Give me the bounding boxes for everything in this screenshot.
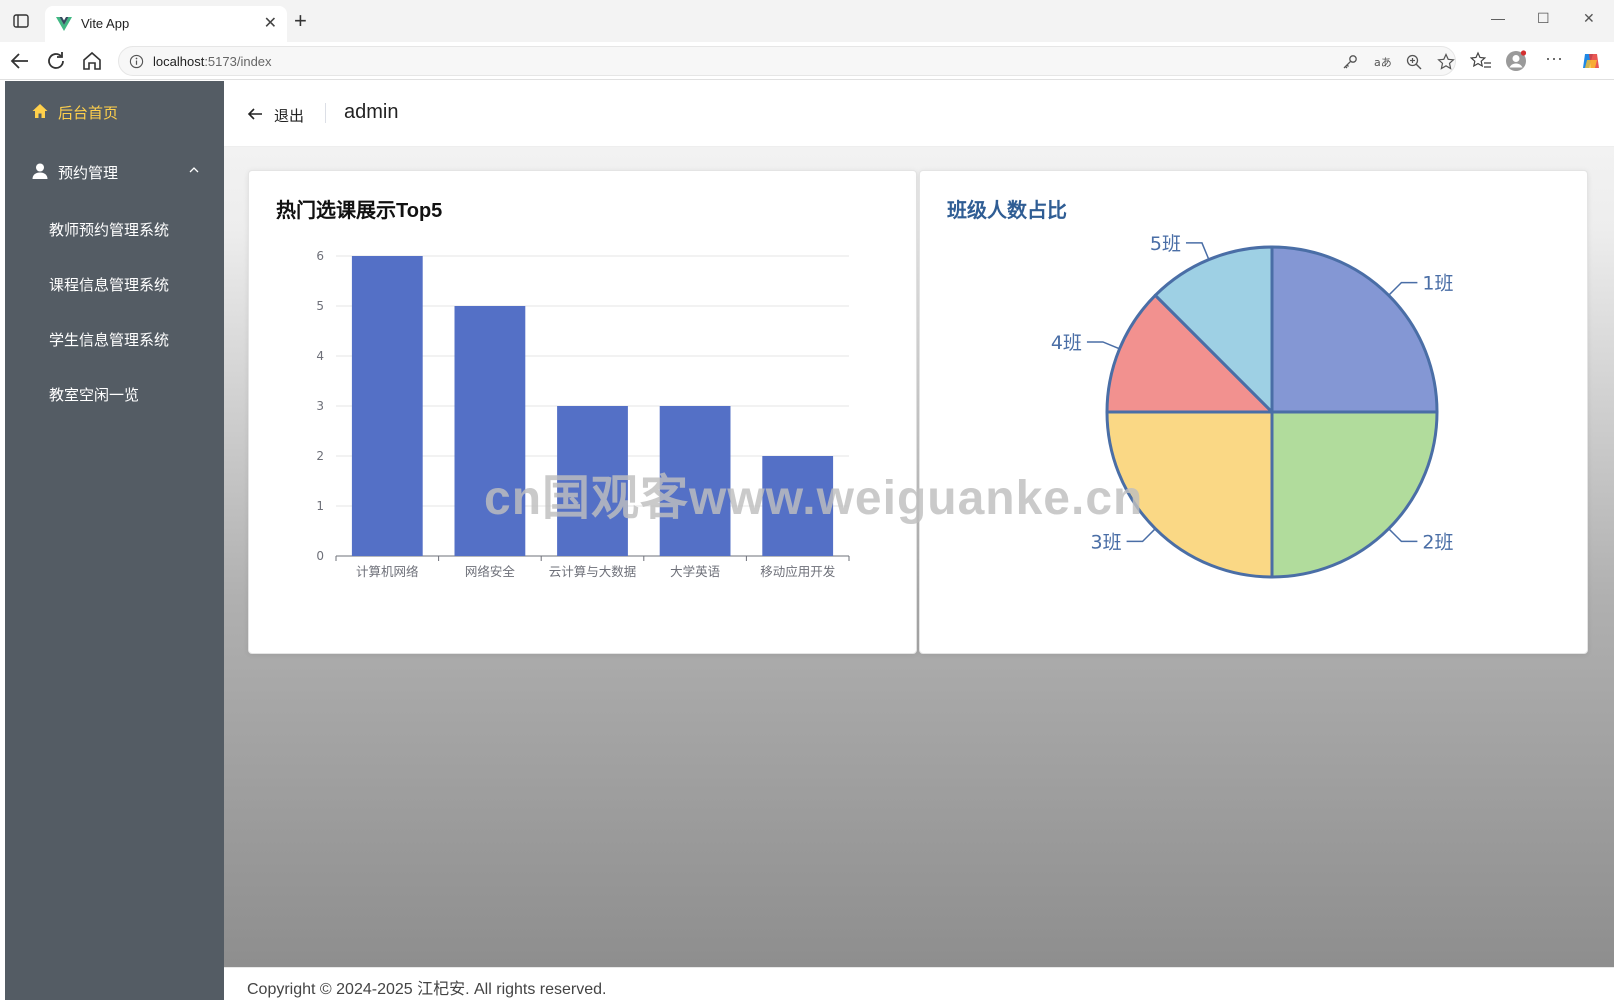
bar	[351, 256, 423, 556]
footer: Copyright © 2024-2025 江杞安. All rights re…	[224, 967, 1614, 1000]
vue-logo-icon	[56, 17, 72, 31]
profile-avatar-icon[interactable]	[1505, 50, 1527, 72]
pie-label: 3班	[1091, 531, 1122, 553]
bar	[454, 306, 526, 556]
pie-slice	[1270, 410, 1439, 579]
tab-close-icon[interactable]: ✕	[264, 13, 277, 33]
x-tick-label: 计算机网络	[356, 564, 419, 579]
sidebar-subitem-student-info[interactable]: 学生信息管理系统	[5, 314, 224, 364]
user-icon	[32, 163, 48, 179]
x-tick-label: 移动应用开发	[760, 564, 836, 579]
more-menu-icon[interactable]: ···	[1545, 48, 1563, 69]
y-tick-label: 1	[316, 499, 324, 513]
key-icon[interactable]	[1341, 53, 1359, 71]
y-tick-label: 5	[316, 299, 324, 313]
new-tab-icon[interactable]: +	[294, 10, 307, 32]
bar	[762, 456, 834, 556]
y-tick-label: 6	[316, 249, 324, 263]
pie-label: 4班	[1051, 332, 1082, 354]
pie-label: 2班	[1422, 531, 1453, 553]
x-tick-label: 网络安全	[465, 564, 516, 579]
popular-courses-card: 热门选课展示Top5 0 1 2 3 4 5 6 计算机网络 网络安全 云计算与大数据 大学英语 移动…	[248, 170, 917, 654]
favorites-list-icon[interactable]	[1470, 50, 1492, 72]
pie-label: 1班	[1422, 273, 1453, 295]
url-host: localhost	[153, 54, 205, 69]
url-text: localhost:5173/index	[153, 54, 272, 69]
x-tick-label: 大学英语	[670, 564, 720, 579]
logout-link[interactable]: 退出	[274, 105, 304, 126]
favorite-star-icon[interactable]	[1437, 53, 1455, 71]
bar	[659, 406, 731, 556]
site-info-icon[interactable]	[129, 54, 144, 69]
class-ratio-card: 班级人数占比 1班 2班 3班 4班 5班	[919, 170, 1588, 654]
y-tick-label: 2	[316, 449, 324, 463]
sidebar-subitem-teacher-appointment[interactable]: 教师预约管理系统	[5, 204, 224, 254]
copilot-icon[interactable]	[1580, 50, 1602, 72]
svg-text:aあ: aあ	[1374, 56, 1391, 69]
tab-actions-icon[interactable]	[12, 12, 30, 30]
sidebar-subitem-label: 课程信息管理系统	[49, 277, 170, 294]
username: admin	[344, 101, 399, 123]
tab-strip: Vite App ✕ + — ☐ ✕	[0, 0, 1614, 42]
page-header: 退出 admin	[224, 81, 1614, 147]
back-arrow-icon[interactable]	[246, 105, 264, 123]
browser-window: Vite App ✕ + — ☐ ✕ localhost:5173/index …	[0, 0, 1614, 1005]
reload-icon[interactable]	[44, 49, 68, 73]
pie-label: 5班	[1150, 233, 1181, 255]
bar	[557, 406, 628, 556]
sidebar-item-label: 后台首页	[58, 105, 119, 122]
address-bar[interactable]: localhost:5173/index aあ	[118, 46, 1456, 76]
sidebar-subitem-label: 教室空闲一览	[49, 387, 140, 404]
copyright-text: Copyright © 2024-2025 江杞安. All rights re…	[247, 981, 607, 998]
label-leader-line	[1388, 528, 1418, 543]
y-tick-label: 3	[316, 399, 324, 413]
sidebar-subitem-label: 教师预约管理系统	[49, 222, 170, 239]
zoom-icon[interactable]	[1405, 53, 1423, 71]
label-leader-line	[1126, 528, 1156, 543]
sidebar-item-label: 预约管理	[58, 165, 119, 182]
sidebar-item-appointments[interactable]: 预约管理	[5, 143, 224, 199]
back-arrow-icon[interactable]	[8, 49, 32, 73]
label-leader-line	[1388, 281, 1418, 296]
bar-chart: 0 1 2 3 4 5 6 计算机网络 网络安全 云计算与大数据 大学英语 移动应用开发	[316, 249, 850, 579]
pie-chart: 1班 2班 3班 4班 5班	[1051, 233, 1453, 579]
translate-icon[interactable]: aあ	[1373, 53, 1391, 71]
home-icon	[32, 104, 48, 118]
sidebar-subitem-course-info[interactable]: 课程信息管理系统	[5, 259, 224, 309]
minimize-icon[interactable]: —	[1491, 10, 1505, 26]
y-tick-label: 0	[316, 549, 324, 563]
home-icon[interactable]	[80, 49, 104, 73]
header-divider	[325, 103, 326, 123]
url-path: :5173/index	[204, 54, 272, 69]
label-leader-line	[1185, 242, 1210, 260]
x-tick-label: 云计算与大数据	[549, 564, 637, 579]
tab-title: Vite App	[81, 16, 130, 31]
pie-slice	[1270, 245, 1439, 414]
y-tick-label: 4	[316, 349, 324, 363]
sidebar-item-home[interactable]: 后台首页	[5, 83, 224, 139]
sidebar-menu: 后台首页 预约管理 教师预约管理系统 课程信息管理系统 学生信息管理系统 教室空…	[5, 81, 224, 1000]
chevron-up-icon[interactable]	[188, 164, 200, 176]
toolbar: localhost:5173/index aあ ···	[0, 42, 1614, 80]
maximize-icon[interactable]: ☐	[1537, 10, 1550, 27]
label-leader-line	[1086, 341, 1120, 350]
sidebar-subitem-free-classrooms[interactable]: 教室空闲一览	[5, 369, 224, 419]
browser-tab[interactable]: Vite App ✕	[45, 6, 287, 42]
sidebar-subitem-label: 学生信息管理系统	[49, 332, 170, 349]
pie-slice	[1105, 410, 1274, 579]
close-window-icon[interactable]: ✕	[1583, 10, 1595, 27]
